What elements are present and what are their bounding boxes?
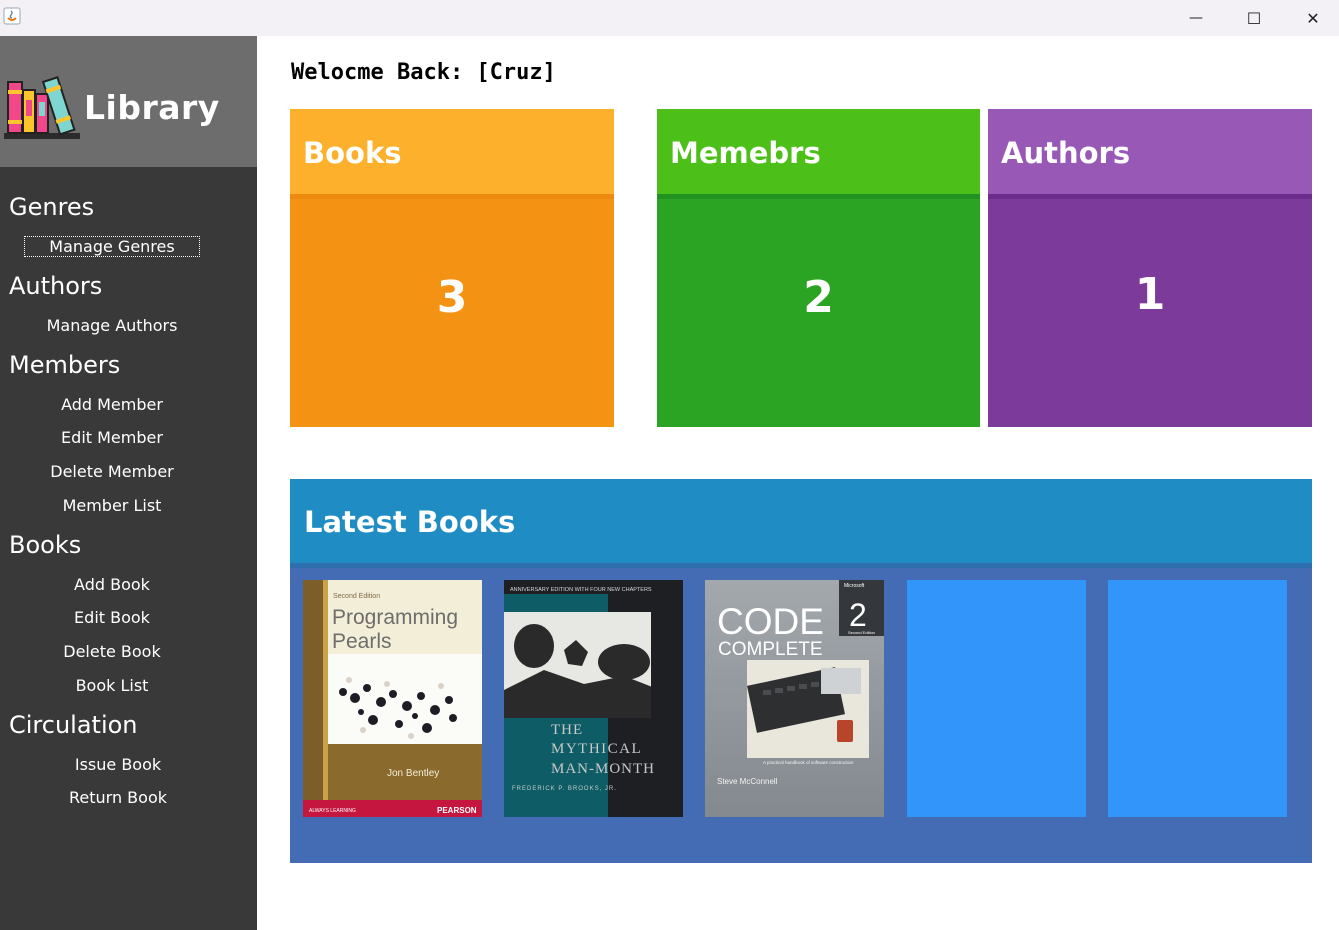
book-publisher: PEARSON [437,806,477,815]
book-title-line1: Programming [332,606,458,629]
authors-count: 1 [1134,269,1166,320]
book-brand: Microsoft [844,583,865,589]
book-title-line1: THE [551,722,583,738]
book-author: Jon Bentley [387,768,439,779]
maximize-button[interactable]: ☐ [1225,0,1283,36]
nav-item-add-book[interactable]: Add Book [0,575,224,594]
nav-header-circulation: Circulation [9,711,138,739]
nav-item-edit-book[interactable]: Edit Book [0,608,224,627]
book-author: FREDERICK P. BROOKS, JR. [512,786,617,792]
nav-item-book-list[interactable]: Book List [0,676,224,695]
nav-header-genres: Genres [9,193,95,221]
book-cover-programming-pearls[interactable]: Second Edition Programming Pearls Jon Be… [303,580,482,817]
nav-item-manage-genres[interactable]: Manage Genres [0,236,224,257]
card-body: 2 [657,199,980,427]
java-app-icon [3,7,21,25]
minimize-button[interactable]: — [1167,0,1225,36]
card-title: Authors [1001,136,1131,170]
card-body: 1 [988,199,1312,427]
members-count: 2 [803,272,834,323]
book-subtitle: A practical handbook of software constru… [763,760,854,765]
book-title-line2: COMPLETE [718,639,823,660]
stat-card-members: Memebrs 2 [657,109,980,427]
nav-header-books: Books [9,531,82,559]
nav-item-add-member[interactable]: Add Member [0,395,224,414]
book-banner: ANNIVERSARY EDITION WITH FOUR NEW CHAPTE… [510,587,652,593]
card-header: Books [290,109,614,194]
book-cover-code-complete[interactable]: Microsoft CODE COMPLETE 2 Second Edition… [705,580,884,817]
book-title-line1: CODE [717,601,824,642]
nav-item-edit-member[interactable]: Edit Member [0,428,224,447]
latest-books-divider [290,563,1312,568]
close-icon: ✕ [1306,8,1320,28]
welcome-heading: Welocme Back: [Cruz] [291,60,556,85]
nav-header-authors: Authors [9,272,103,300]
book-footer-left: ALWAYS LEARNING [309,808,356,814]
close-button[interactable]: ✕ [1284,0,1339,36]
nav-item-delete-member[interactable]: Delete Member [0,462,224,481]
book-cover-art: Second Edition Programming Pearls Jon Be… [303,580,482,817]
card-header: Memebrs [657,109,980,194]
nav-item-delete-book[interactable]: Delete Book [0,642,224,661]
nav-item-manage-authors[interactable]: Manage Authors [0,316,224,335]
nav-item-issue-book[interactable]: Issue Book [6,755,230,774]
book-author: Steve McConnell [717,777,778,786]
stat-card-authors: Authors 1 [988,109,1312,427]
nav-item-member-list[interactable]: Member List [0,496,224,515]
stat-card-books: Books 3 [290,109,614,427]
books-logo-icon [4,76,80,139]
latest-books-header: Latest Books [290,479,1312,563]
book-number: 2 [849,597,867,633]
nav-header-members: Members [9,351,121,379]
latest-books-title: Latest Books [304,505,516,539]
maximize-icon: ☐ [1246,8,1262,28]
card-header: Authors [988,109,1312,194]
book-cover-placeholder[interactable] [1108,580,1287,817]
book-cover-mythical-man-month[interactable]: ANNIVERSARY EDITION WITH FOUR NEW CHAPTE… [504,580,683,817]
book-cover-art: ANNIVERSARY EDITION WITH FOUR NEW CHAPTE… [504,580,683,817]
book-cover-placeholder[interactable] [907,580,1086,817]
sidebar: Library Genres Manage Genres Authors Man… [0,36,257,930]
book-title-line3: MAN-MONTH [551,761,655,777]
window-titlebar: — ☐ ✕ [0,0,1339,36]
logo-area: Library [0,36,257,167]
book-title-line2: Pearls [332,630,392,653]
nav-item-return-book[interactable]: Return Book [6,788,230,807]
card-body: 3 [290,199,614,427]
card-title: Memebrs [670,136,821,170]
book-number-sub: Second Edition [848,630,875,635]
book-edition: Second Edition [333,593,380,600]
latest-books-panel: Latest Books Second Edition Programming … [290,479,1312,863]
book-cover-art: Microsoft CODE COMPLETE 2 Second Edition… [705,580,884,817]
card-title: Books [303,136,402,170]
minimize-icon: — [1189,10,1203,26]
books-count: 3 [436,272,468,323]
book-title-line2: MYTHICAL [551,741,642,757]
logo-title: Library [84,88,220,127]
